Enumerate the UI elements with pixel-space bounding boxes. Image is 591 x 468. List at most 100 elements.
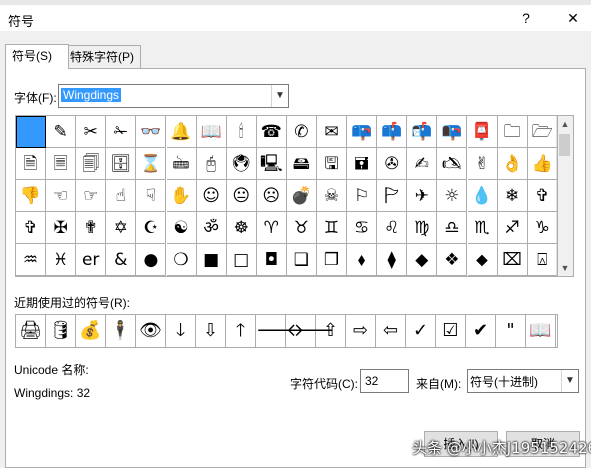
symbol-cell[interactable]: 🖰 <box>196 148 227 180</box>
symbol-cell[interactable]: ♒ <box>16 244 46 276</box>
symbol-cell[interactable]: 💧 <box>467 180 498 212</box>
recent-symbol-cell[interactable]: 💰 <box>76 315 106 347</box>
symbol-cell[interactable]: ☺ <box>196 180 227 212</box>
recent-symbol-cell[interactable]: ✔ <box>466 315 496 347</box>
symbol-cell[interactable]: ✋ <box>166 180 197 212</box>
recent-symbol-cell[interactable]: ⇩ <box>196 315 226 347</box>
symbol-cell[interactable]: ♏ <box>467 212 498 244</box>
symbol-cell[interactable]: ♌ <box>377 212 408 244</box>
symbol-cell[interactable]: ⬥ <box>467 244 498 276</box>
symbol-cell[interactable]: ☹ <box>256 180 287 212</box>
symbol-cell[interactable]: ॐ <box>196 212 227 244</box>
symbol-cell[interactable]: ✞ <box>527 180 558 212</box>
symbol-cell[interactable]: ⚐ <box>347 180 378 212</box>
symbol-cell[interactable]: ✉ <box>317 116 347 148</box>
chevron-down-icon[interactable]: ▼ <box>271 85 288 107</box>
recent-symbol-cell[interactable]: ✓ <box>406 315 436 347</box>
symbol-cell[interactable]: ♉ <box>286 212 317 244</box>
symbol-cell[interactable]: ✈ <box>407 180 438 212</box>
symbol-cell[interactable]: 🏱 <box>377 180 408 212</box>
symbol-cell[interactable]: ✡ <box>106 212 137 244</box>
symbol-cell[interactable]: ❒ <box>317 244 347 276</box>
symbol-cell[interactable]: 📬 <box>407 116 438 148</box>
symbol-cell[interactable]: ♋ <box>347 212 378 244</box>
chevron-down-icon[interactable]: ▼ <box>561 370 578 392</box>
symbol-cell[interactable]: ♓ <box>46 244 77 276</box>
symbol-cell[interactable]: 📭 <box>437 116 468 148</box>
symbol-cell[interactable]: ☎ <box>256 116 287 148</box>
symbol-cell[interactable]: 🖫 <box>317 148 347 180</box>
symbol-cell[interactable]: 🗐 <box>76 148 107 180</box>
symbol-cell[interactable]: ♑ <box>527 212 558 244</box>
symbol-cell[interactable]: ☪ <box>136 212 167 244</box>
symbol-cell[interactable]: ✠ <box>46 212 77 244</box>
recent-symbol-cell[interactable]: 🡑 <box>226 315 256 347</box>
symbol-cell[interactable]: ☝ <box>106 180 137 212</box>
help-button[interactable]: ? <box>516 9 536 27</box>
font-select[interactable]: Wingdings ▼ <box>58 84 289 108</box>
symbol-cell[interactable]: 📪 <box>347 116 378 148</box>
symbol-cell[interactable]: er <box>76 244 107 276</box>
close-button[interactable]: ✕ <box>563 9 583 27</box>
recent-symbol-cell[interactable]: 📖 <box>526 315 556 347</box>
symbol-cell[interactable]: ⌧ <box>497 244 528 276</box>
symbol-cell[interactable]: ◘ <box>256 244 287 276</box>
symbol-cell[interactable]: 🖎 <box>437 148 468 180</box>
symbol-cell[interactable]: ◆ <box>407 244 438 276</box>
recent-symbol-cell[interactable]: ⇨ <box>346 315 376 347</box>
symbol-cell[interactable]: 🕯 <box>226 116 257 148</box>
symbol-cell[interactable]: 🗎 <box>16 148 46 180</box>
symbol-cell[interactable]: 🗏 <box>46 148 77 180</box>
grid-scrollbar[interactable]: ▲ ▼ <box>556 116 573 276</box>
recent-symbol-cell[interactable]: " <box>496 315 526 347</box>
symbol-cell[interactable]: & <box>106 244 137 276</box>
recent-symbol-cell[interactable]: 🕴 <box>106 315 136 347</box>
symbol-cell[interactable]: 🖲 <box>226 148 257 180</box>
recent-symbol-cell[interactable]: 🡐 <box>286 315 334 347</box>
symbol-cell[interactable]: ✁ <box>106 116 137 148</box>
symbol-cell[interactable]: ✎ <box>46 116 77 148</box>
scroll-down-icon[interactable]: ▼ <box>557 260 573 276</box>
symbol-cell[interactable]: ☸ <box>226 212 257 244</box>
symbol-cell[interactable]: ☼ <box>437 180 468 212</box>
recent-symbol-cell[interactable]: 🛢 <box>46 315 76 347</box>
symbol-cell[interactable]: ♐ <box>497 212 528 244</box>
symbol-cell[interactable]: 🗄 <box>106 148 137 180</box>
symbol-cell[interactable]: □ <box>226 244 257 276</box>
symbol-cell[interactable] <box>16 116 46 148</box>
symbol-cell[interactable]: 🗁 <box>527 116 558 148</box>
symbol-cell[interactable]: ☯ <box>166 212 197 244</box>
symbol-cell[interactable]: ✇ <box>377 148 408 180</box>
symbol-cell[interactable]: ♎ <box>437 212 468 244</box>
symbol-cell[interactable]: ❑ <box>286 244 317 276</box>
symbol-cell[interactable]: 👎 <box>16 180 46 212</box>
symbol-cell[interactable]: ✆ <box>286 116 317 148</box>
symbol-cell[interactable]: ☠ <box>317 180 347 212</box>
symbol-cell[interactable]: 📮 <box>467 116 498 148</box>
symbol-cell[interactable]: 💣 <box>286 180 317 212</box>
symbol-cell[interactable]: 👍 <box>527 148 558 180</box>
symbol-cell[interactable]: 📖 <box>196 116 227 148</box>
symbol-cell[interactable]: ⌛ <box>136 148 167 180</box>
recent-symbol-cell[interactable]: 👁 <box>136 315 166 347</box>
symbol-cell[interactable]: 🖴 <box>286 148 317 180</box>
recent-symbol-cell[interactable]: 🖨 <box>16 315 46 347</box>
scroll-thumb[interactable] <box>559 134 570 156</box>
symbol-cell[interactable]: ⬧ <box>347 244 378 276</box>
symbol-cell[interactable]: 😐 <box>226 180 257 212</box>
char-code-input[interactable]: 32 <box>360 369 409 393</box>
symbol-cell[interactable]: 👓 <box>136 116 167 148</box>
symbol-cell[interactable]: ❄ <box>497 180 528 212</box>
symbol-cell[interactable]: ☟ <box>136 180 167 212</box>
symbol-cell[interactable]: 📫 <box>377 116 408 148</box>
recent-symbol-cell[interactable]: 🡒 <box>256 315 304 347</box>
symbol-cell[interactable]: ⧫ <box>377 244 408 276</box>
recent-symbol-cell[interactable]: 🡓 <box>166 315 196 347</box>
symbol-cell[interactable]: ✂ <box>76 116 107 148</box>
symbol-cell[interactable]: ✍ <box>407 148 438 180</box>
symbol-cell[interactable]: 🖳 <box>256 148 287 180</box>
recent-symbol-cell[interactable]: ⇧ <box>316 315 346 347</box>
symbol-cell[interactable]: ✟ <box>76 212 107 244</box>
symbol-cell[interactable]: 🖬 <box>347 148 378 180</box>
symbol-cell[interactable]: ❍ <box>166 244 197 276</box>
